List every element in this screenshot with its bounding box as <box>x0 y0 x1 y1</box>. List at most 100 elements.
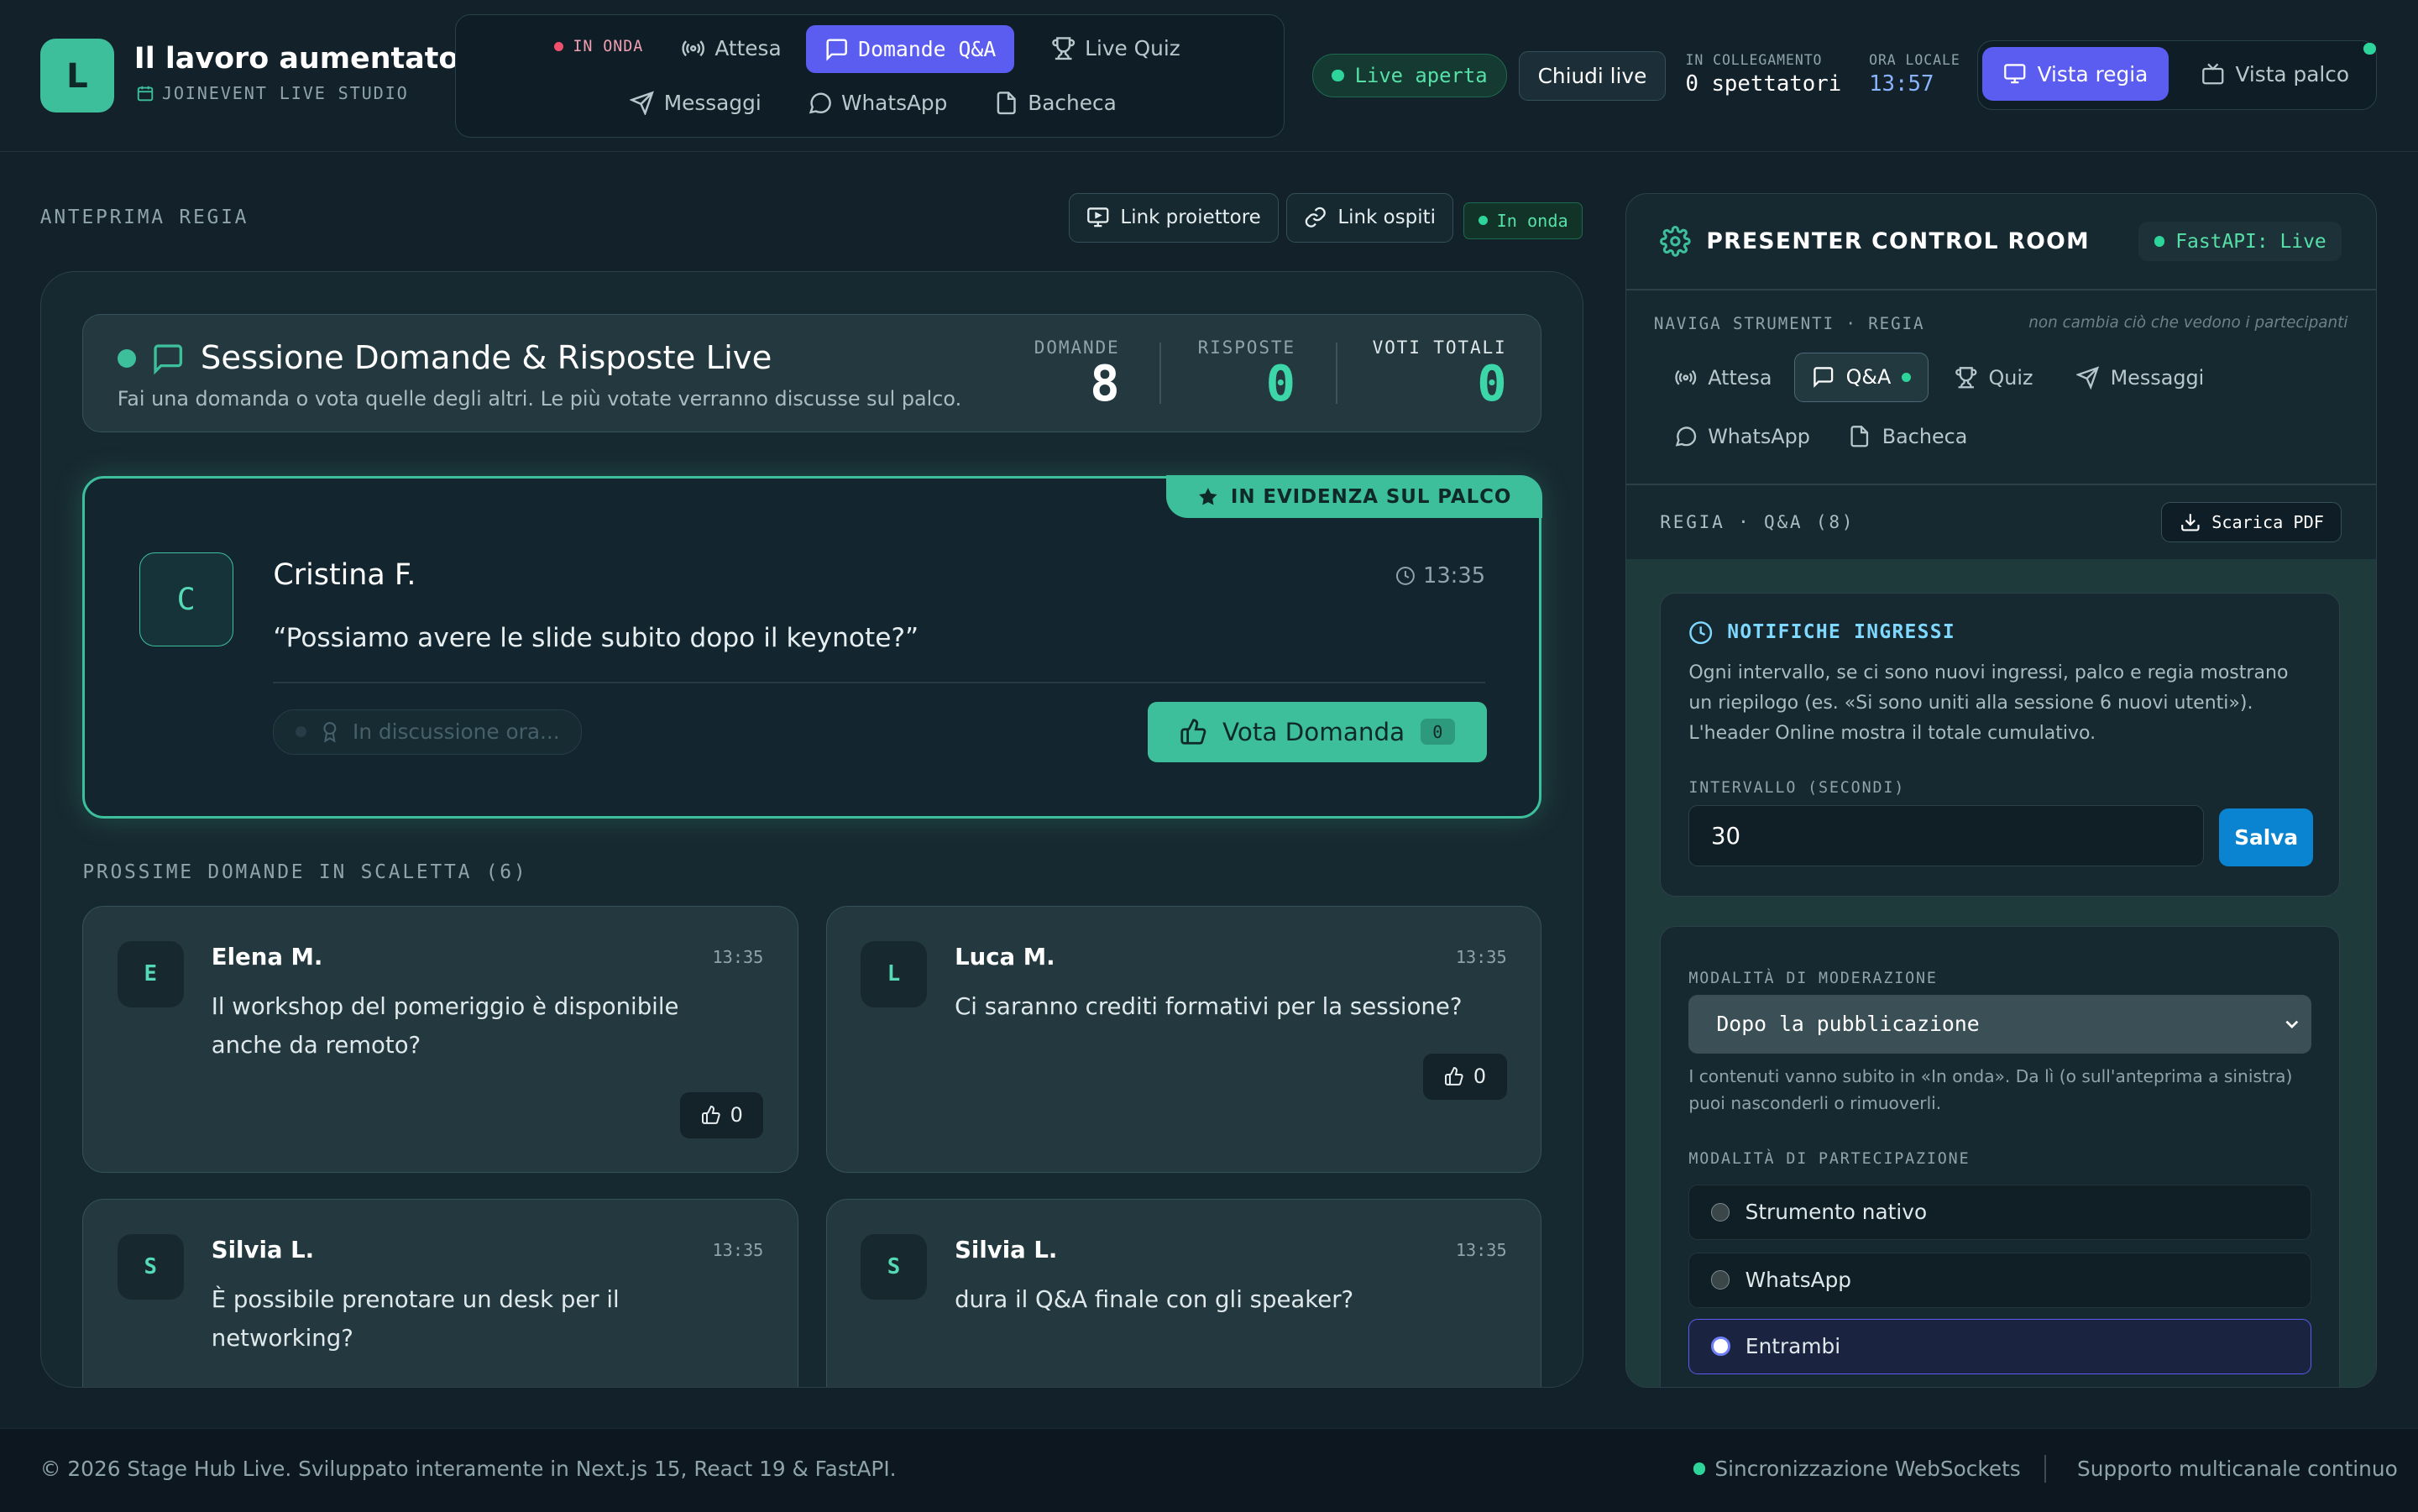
nav-messaggi[interactable]: Messaggi <box>611 80 779 126</box>
nav-live-quiz[interactable]: Live Quiz <box>1033 25 1199 71</box>
featured-question-text: “Possiamo avere le slide subito dopo il … <box>273 623 919 654</box>
stage-preview: Sessione Domande & Risposte Live Fai una… <box>39 271 1584 1389</box>
nav-whatsapp[interactable]: WhatsApp <box>789 80 966 126</box>
preview-label: ANTEPRIMA REGIA <box>39 207 249 229</box>
tools-nav-label: NAVIGA STRUMENTI · REGIA <box>1653 313 1925 333</box>
nav-attesa[interactable]: Attesa <box>662 25 800 71</box>
app-logo: L <box>39 38 114 113</box>
tab-bacheca[interactable]: Bacheca <box>1831 412 1984 460</box>
panel-title: PRESENTER CONTROL ROOM <box>1660 226 2090 257</box>
api-status-dot <box>2154 236 2165 247</box>
qa-session-header: Sessione Domande & Risposte Live Fai una… <box>82 313 1541 433</box>
view-palco-button[interactable]: Vista palco <box>2187 47 2363 101</box>
app-subtitle: JOINEVENT LIVE STUDIO <box>136 83 409 103</box>
tab-quiz-label: Quiz <box>1988 366 2033 390</box>
trophy-icon <box>1955 367 1977 389</box>
participation-option-whatsapp[interactable]: WhatsApp <box>1688 1252 2312 1308</box>
on-air-badge-dot <box>1478 216 1488 226</box>
support-text: Supporto multicanale continuo <box>2077 1456 2398 1481</box>
tab-quiz[interactable]: Quiz <box>1938 354 2050 402</box>
avatar: S <box>117 1233 184 1300</box>
download-icon <box>2180 514 2200 531</box>
radio-circle <box>1711 1270 1730 1290</box>
online-dot <box>2363 42 2376 55</box>
notifications-title: NOTIFICHE INGRESSI <box>1688 620 1955 645</box>
projector-link-button[interactable]: Link proiettore <box>1068 192 1279 243</box>
app-title-text: Il lavoro aumentato <box>133 41 459 76</box>
nav-whatsapp-label: WhatsApp <box>840 90 948 115</box>
queue-label: PROSSIME DOMANDE IN SCALETTA (6) <box>82 861 528 883</box>
thumbs-up-icon <box>1444 1067 1463 1086</box>
divider <box>1625 289 2376 291</box>
stat-voti-value: 0 <box>1477 354 1507 413</box>
vote-count: 0 <box>1420 719 1456 746</box>
tab-whatsapp[interactable]: WhatsApp <box>1657 412 1828 460</box>
moderation-card: MODALITÀ DI MODERAZIONE Dopo la pubblica… <box>1660 926 2341 1388</box>
queue-question: Il workshop del pomeriggio è disponibile… <box>211 993 679 1059</box>
participation-label: MODALITÀ DI PARTECIPAZIONE <box>1688 1150 1971 1169</box>
live-status-text: Live aperta <box>1354 64 1488 88</box>
notifications-title-text: NOTIFICHE INGRESSI <box>1727 621 1955 644</box>
close-live-button[interactable]: Chiudi live <box>1519 50 1666 101</box>
viewers-value: 0 spettatori <box>1685 71 1842 97</box>
download-pdf-button[interactable]: Scarica PDF <box>2161 501 2342 542</box>
interval-input[interactable]: 30 <box>1688 804 2204 867</box>
participation-option-label: Entrambi <box>1745 1334 1841 1359</box>
control-room-panel: PRESENTER CONTROL ROOM FastAPI: Live NAV… <box>1625 192 2377 1389</box>
app-subtitle-text: JOINEVENT LIVE STUDIO <box>161 83 409 104</box>
view-switch: Vista regia Vista palco <box>1976 39 2377 110</box>
calendar-icon <box>137 86 153 102</box>
trophy-icon <box>1052 37 1075 60</box>
view-regia-button[interactable]: Vista regia <box>1982 47 2169 102</box>
nav-bacheca[interactable]: Bacheca <box>976 80 1135 126</box>
stat-voti: VOTI TOTALI 0 <box>1373 337 1507 413</box>
interval-label: INTERVALLO (SECONDI) <box>1688 778 1906 797</box>
moderation-note: I contenuti vanno subito in «In onda». D… <box>1688 1066 2293 1113</box>
queue-question: È possibile prenotare un desk per il net… <box>211 1286 620 1352</box>
radio-circle <box>1711 1337 1730 1356</box>
discussion-status-text: In discussione ora... <box>353 719 560 745</box>
sync-dot <box>1693 1462 1706 1475</box>
notifications-description: Ogni intervallo, se ci sono nuovi ingres… <box>1688 662 2289 745</box>
tab-messaggi-label: Messaggi <box>2110 366 2205 390</box>
clock-value: 13:57 <box>1869 71 1934 97</box>
nav-domande-qa[interactable]: Domande Q&A <box>805 25 1015 74</box>
on-air-badge-text: In onda <box>1496 210 1568 231</box>
avatar: C <box>139 552 233 647</box>
avatar: S <box>861 1233 927 1300</box>
thumbs-up-icon <box>1180 719 1206 745</box>
like-count: 0 <box>730 1103 743 1127</box>
session-description: Fai una domanda o vota quelle degli altr… <box>117 387 962 411</box>
nav-bacheca-label: Bacheca <box>1028 90 1117 115</box>
viewers-counter: IN COLLEGAMENTO 0 spettatori <box>1686 52 1842 97</box>
tab-whatsapp-label: WhatsApp <box>1708 424 1810 448</box>
tab-bacheca-label: Bacheca <box>1882 424 1968 448</box>
participation-option-native[interactable]: Strumento nativo <box>1688 1184 2312 1240</box>
send-icon <box>2076 366 2100 390</box>
viewers-label: IN COLLEGAMENTO <box>1685 52 1823 69</box>
tab-messaggi[interactable]: Messaggi <box>2059 354 2221 402</box>
participation-option-both[interactable]: Entrambi <box>1688 1318 2312 1374</box>
tab-attesa[interactable]: Attesa <box>1657 354 1789 402</box>
vote-question-button[interactable]: Vota Domanda 0 <box>1147 702 1487 762</box>
file-icon <box>997 91 1016 114</box>
session-title: Sessione Domande & Risposte Live <box>117 339 772 377</box>
stat-divider <box>1159 342 1162 405</box>
like-button[interactable]: 0 <box>680 1091 764 1138</box>
participation-option-label: WhatsApp <box>1745 1268 1852 1293</box>
moderation-select[interactable]: Dopo la pubblicazione <box>1688 994 2312 1054</box>
save-button[interactable]: Salva <box>2219 808 2314 867</box>
status-dot <box>296 726 306 738</box>
queue-author: Elena M. <box>211 944 323 971</box>
on-air-badge: In onda <box>1463 201 1583 239</box>
footer-divider <box>2044 1455 2047 1483</box>
avatar: L <box>861 940 927 1007</box>
star-icon <box>1198 488 1217 505</box>
tab-qa[interactable]: Q&A <box>1794 352 1929 402</box>
like-button[interactable]: 0 <box>1423 1053 1507 1100</box>
queue-author: Luca M. <box>955 944 1055 971</box>
stat-domande-value: 8 <box>1090 354 1120 413</box>
broadcast-icon <box>1675 370 1696 385</box>
guest-link-button[interactable]: Link ospiti <box>1285 192 1454 243</box>
on-air-dot <box>554 42 564 52</box>
